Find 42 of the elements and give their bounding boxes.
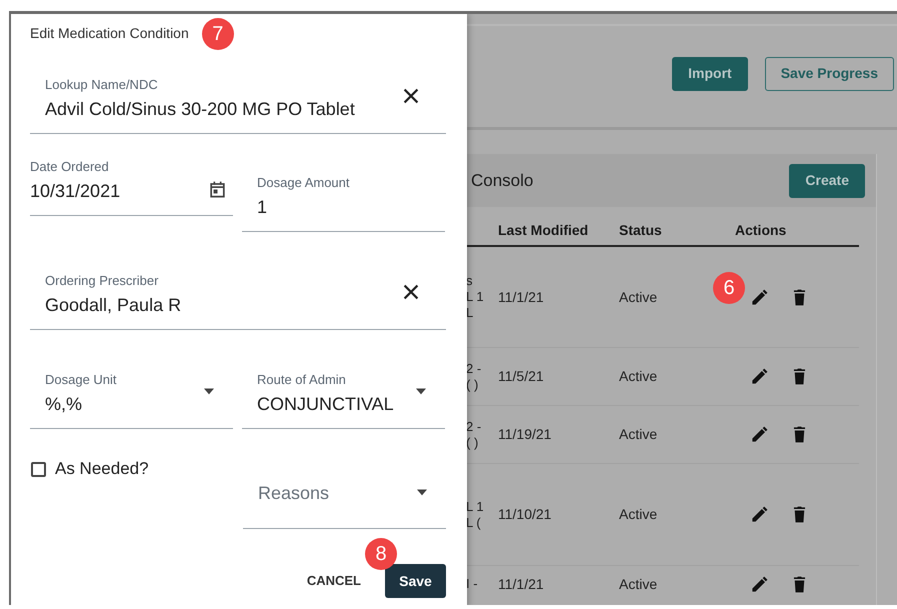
table-cell-text: 11/1/21	[498, 574, 545, 594]
table-cell-text: Active	[619, 574, 658, 594]
autocomplete-field[interactable]: Lookup Name/NDC Advil Cold/Sinus 30-200 MG PO Tablet	[30, 62, 446, 134]
select-field[interactable]: Dosage Unit %,%	[30, 357, 233, 429]
checkbox[interactable]	[31, 462, 46, 476]
table-cell-text: Active	[619, 425, 658, 444]
calendar-icon[interactable]	[208, 180, 227, 199]
dialog-title: Edit Medication Condition	[30, 24, 189, 43]
cancel-button[interactable]: CANCEL	[306, 571, 361, 591]
table-cell-text: Active	[619, 288, 658, 306]
card-title: Consolo	[471, 170, 534, 192]
edit-icon[interactable]	[750, 288, 769, 306]
table-cell-text: 11/19/21	[498, 425, 552, 444]
number-marker: 8	[365, 538, 397, 570]
table-cell-text: Active	[619, 505, 658, 524]
table-cell-text: I -	[466, 576, 479, 592]
column-header: Status	[619, 221, 663, 240]
column-header: Actions	[734, 221, 788, 240]
autocomplete-field[interactable]: Ordering Prescriber Goodall, Paula R	[30, 258, 446, 330]
number-marker: 6	[713, 272, 745, 304]
table-cell-text: Active	[619, 367, 658, 386]
select-field[interactable]: Reasons	[243, 456, 446, 529]
import-button[interactable]: Import	[672, 56, 748, 90]
create-button[interactable]: Create	[789, 164, 865, 198]
checkbox-option[interactable]: As Needed?	[31, 456, 234, 482]
edit-icon[interactable]	[750, 425, 769, 444]
edit-icon[interactable]	[750, 505, 769, 524]
input-field[interactable]: Dosage Amount 1	[242, 144, 445, 232]
table-cell-text: 11/10/21	[498, 505, 552, 524]
table-cell-text: 11/5/21	[498, 367, 545, 386]
column-header: Last Modified	[498, 221, 590, 240]
table-cell-text: s L 1 L	[466, 273, 485, 321]
select-field[interactable]: Route of Admin CONJUNCTIVAL	[242, 357, 445, 429]
number-marker: 7	[202, 18, 234, 50]
edit-icon[interactable]	[750, 367, 769, 386]
edit-icon[interactable]	[750, 574, 769, 594]
table-cell-text: L 1 L (	[466, 498, 485, 530]
table-cell-text: 2 - ( )	[466, 360, 482, 392]
table-cell-text: 2 - ( )	[466, 418, 482, 450]
table-cell-text: 11/1/21	[498, 288, 545, 306]
save-button[interactable]: Save	[385, 564, 446, 598]
date-field[interactable]: Date Ordered 10/31/2021	[30, 144, 233, 216]
